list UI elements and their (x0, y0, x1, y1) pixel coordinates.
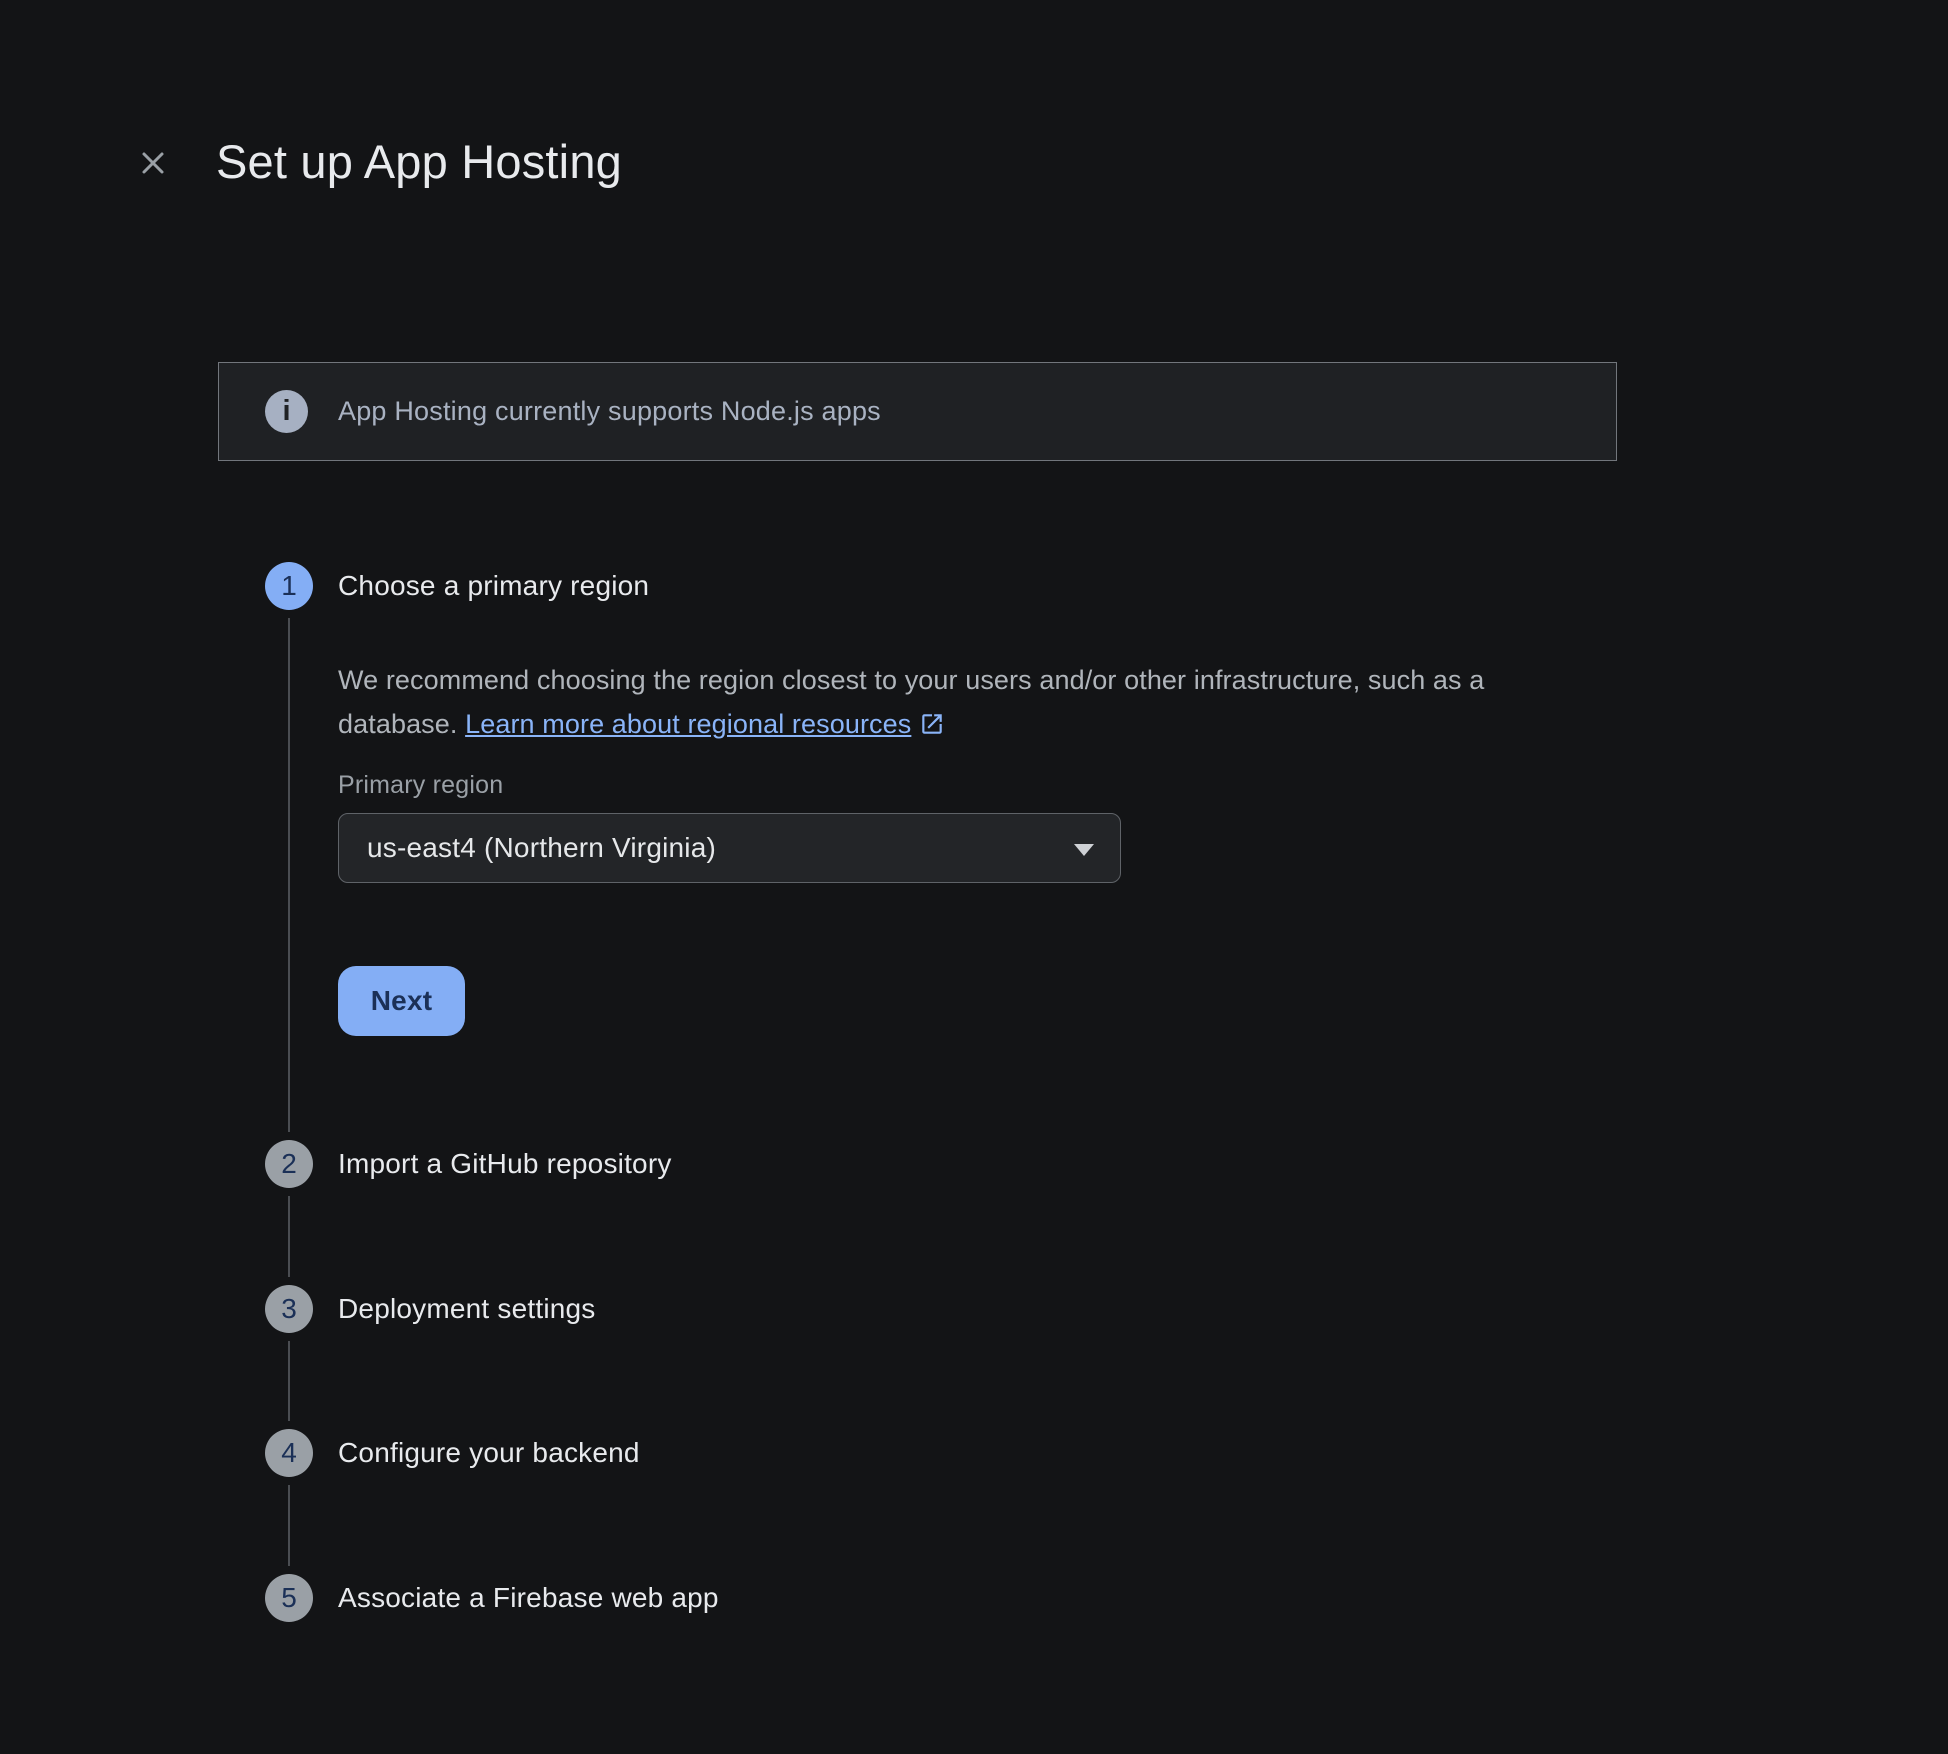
stepper-rail-segment (288, 1196, 290, 1277)
next-button[interactable]: Next (338, 966, 465, 1036)
learn-more-link[interactable]: Learn more about regional resources (465, 709, 945, 739)
step-5-indicator: 5 (265, 1574, 313, 1622)
step-4-title: Configure your backend (338, 1434, 640, 1472)
stepper-rail-segment (288, 1341, 290, 1421)
stepper-rail-segment (288, 618, 290, 1132)
step-2-indicator: 2 (265, 1140, 313, 1188)
step-1-indicator: 1 (265, 562, 313, 610)
info-banner-text: App Hosting currently supports Node.js a… (338, 396, 881, 427)
info-icon: i (265, 390, 308, 433)
close-icon (133, 143, 173, 183)
external-link-icon (919, 706, 945, 750)
step-3-indicator: 3 (265, 1285, 313, 1333)
step-2-title: Import a GitHub repository (338, 1145, 672, 1183)
primary-region-value: us-east4 (Northern Virginia) (367, 832, 716, 864)
primary-region-select[interactable]: us-east4 (Northern Virginia) (338, 813, 1121, 883)
close-button[interactable] (130, 140, 176, 186)
step-3-title: Deployment settings (338, 1290, 595, 1328)
info-banner: i App Hosting currently supports Node.js… (218, 362, 1617, 461)
region-description: We recommend choosing the region closest… (338, 658, 1568, 750)
page-title: Set up App Hosting (216, 134, 622, 190)
setup-app-hosting-dialog: Set up App Hosting i App Hosting current… (0, 0, 1948, 1754)
learn-more-link-label: Learn more about regional resources (465, 709, 911, 739)
primary-region-label: Primary region (338, 771, 503, 800)
step-1-title: Choose a primary region (338, 567, 649, 605)
step-4-indicator: 4 (265, 1429, 313, 1477)
stepper-rail-segment (288, 1485, 290, 1566)
dropdown-caret-icon (1074, 844, 1094, 856)
step-5-title: Associate a Firebase web app (338, 1579, 719, 1617)
